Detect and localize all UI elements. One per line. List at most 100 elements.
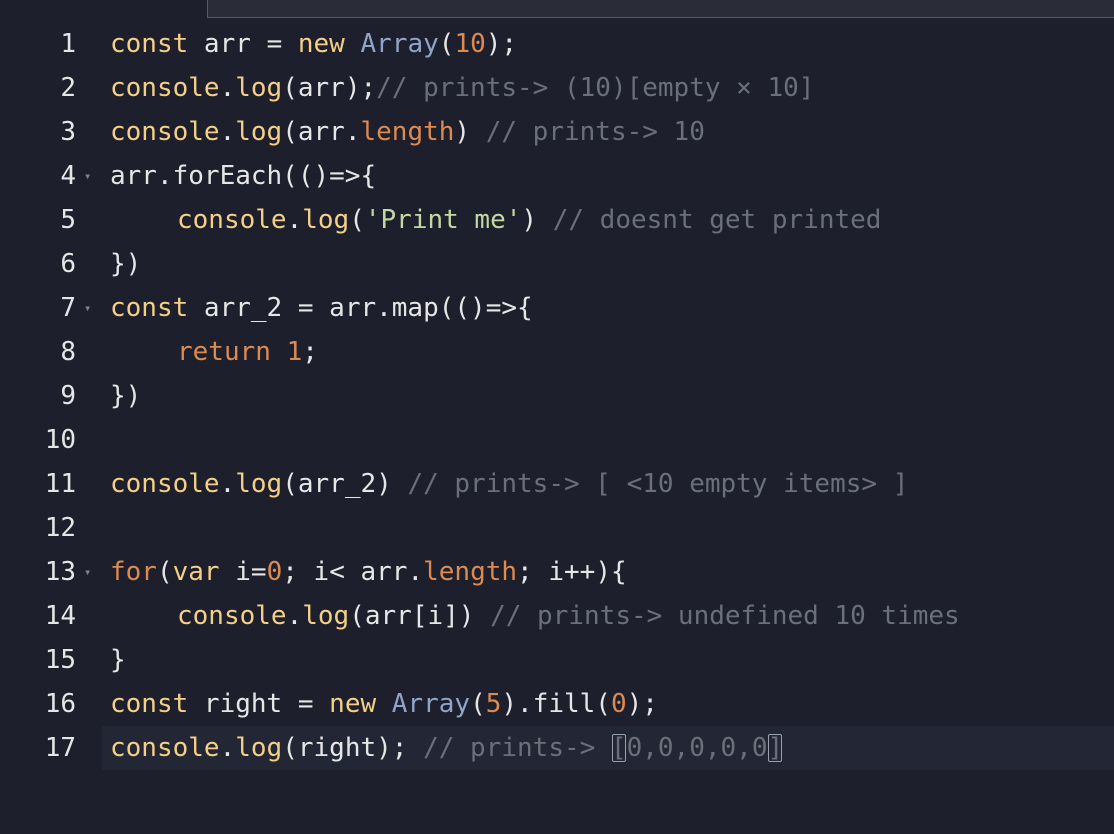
code-token: =	[266, 29, 283, 59]
code-token: 'Print me'	[364, 205, 522, 235]
code-token: const	[110, 293, 189, 323]
code-token: {	[360, 161, 377, 191]
code-token: arr.	[344, 557, 424, 587]
code-token: var	[172, 557, 220, 587]
code-line[interactable]: console.log('Print me') // doesnt get pr…	[177, 198, 881, 242]
code-token: (arr);	[282, 73, 377, 103]
fold-toggle-icon[interactable]: ▾	[84, 550, 94, 594]
code-token: =	[297, 689, 314, 719]
code-token: // doesnt get printed	[552, 205, 882, 235]
code-token: console	[177, 205, 287, 235]
line-number: 11	[44, 469, 76, 499]
code-token: (	[156, 557, 173, 587]
code-line[interactable]: })	[110, 374, 141, 418]
code-token: return	[177, 337, 271, 367]
code-token: (right);	[282, 733, 424, 763]
code-token: }	[110, 645, 126, 675]
code-token: (arr[i])	[349, 601, 491, 631]
code-token: <	[329, 557, 345, 587]
fold-toggle-icon[interactable]: ▾	[84, 286, 94, 330]
code-token: log	[235, 469, 283, 499]
code-token: .	[219, 117, 236, 147]
code-token: 0,0,0,0,0	[626, 733, 768, 763]
code-token: 10	[454, 29, 486, 59]
code-token: length	[360, 117, 455, 147]
code-token: (	[470, 689, 486, 719]
code-token: arr	[188, 29, 267, 59]
code-token: length	[423, 557, 518, 587]
code-line[interactable]: console.log(arr);// prints-> (10)[empty …	[110, 66, 814, 110]
line-number: 15	[44, 645, 76, 675]
code-token: Array	[391, 689, 471, 719]
code-token: arr.forEach(()	[110, 161, 330, 191]
code-token: console	[110, 733, 220, 763]
code-line[interactable]: console.log(arr.length) // prints-> 10	[110, 110, 705, 154]
editor-tab-strip	[207, 0, 1114, 18]
code-token: new	[297, 29, 345, 59]
code-token: for	[110, 557, 157, 587]
code-line[interactable]: const arr_2 = arr.map(()=>{	[110, 286, 533, 330]
code-token: console	[110, 469, 220, 499]
code-token: const	[110, 689, 189, 719]
line-number: 5	[60, 205, 76, 235]
line-number: 8	[60, 337, 76, 367]
line-number: 12	[44, 513, 76, 543]
code-token: // prints-> 10	[485, 117, 705, 147]
code-token: );	[626, 689, 658, 719]
code-token: .	[219, 469, 236, 499]
line-number: 6	[60, 249, 76, 279]
matched-bracket: ]	[767, 733, 784, 763]
code-token: {	[517, 293, 533, 323]
code-line[interactable]: return 1;	[177, 330, 318, 374]
code-token: (	[349, 205, 365, 235]
code-token: right	[188, 689, 298, 719]
fold-toggle-icon[interactable]: ▾	[84, 154, 94, 198]
code-token: console	[110, 73, 220, 103]
code-token: );	[485, 29, 518, 59]
code-token: log	[302, 205, 350, 235]
line-number: 13	[44, 557, 76, 587]
code-editor[interactable]: 1 2 3 4 ▾ 5 6 7 ▾ 8 9 10 11 12 13 ▾ 14 15 16 17 const arr =…	[0, 0, 1114, 834]
line-number: 4	[60, 161, 76, 191]
code-token: i	[219, 557, 251, 587]
line-number: 1	[60, 29, 76, 59]
code-token: (arr_2)	[282, 469, 408, 499]
code-token: log	[302, 601, 350, 631]
code-token: arr_2	[188, 293, 298, 323]
line-number: 9	[60, 381, 76, 411]
code-token: arr.map(()	[313, 293, 486, 323]
code-token: ).fill(	[501, 689, 611, 719]
code-token: ){	[595, 557, 627, 587]
line-number: 10	[44, 425, 76, 455]
line-number: 17	[44, 733, 76, 763]
code-token: ; i	[282, 557, 330, 587]
code-line[interactable]: for(var i=0; i< arr.length; i++){	[110, 550, 627, 594]
code-line[interactable]: console.log(arr[i]) // prints-> undefine…	[177, 594, 960, 638]
code-token: console	[110, 117, 220, 147]
code-line[interactable]: const arr = new Array(10);	[110, 22, 517, 66]
code-token: console	[177, 601, 287, 631]
code-token: 1	[286, 337, 303, 367]
code-line[interactable]: console.log(right); // prints-> [0,0,0,0…	[110, 726, 783, 770]
code-token: (arr.	[282, 117, 361, 147]
code-token: // prints-> undefined 10 times	[490, 601, 960, 631]
code-line[interactable]: const right = new Array(5).fill(0);	[110, 682, 658, 726]
code-line[interactable]: arr.forEach(()=>{	[110, 154, 376, 198]
code-token: ;	[302, 337, 318, 367]
code-line[interactable]: }	[110, 638, 126, 682]
code-token: log	[235, 73, 283, 103]
code-line[interactable]: })	[110, 242, 141, 286]
code-token: log	[235, 733, 283, 763]
code-line[interactable]: console.log(arr_2) // prints-> [ <10 emp…	[110, 462, 908, 506]
code-token: 0	[266, 557, 283, 587]
code-token: (	[438, 29, 455, 59]
code-token: =	[297, 293, 314, 323]
code-token: .	[219, 733, 236, 763]
code-token: =>	[485, 293, 518, 323]
line-number: 16	[44, 689, 76, 719]
code-token: Array	[360, 29, 439, 59]
